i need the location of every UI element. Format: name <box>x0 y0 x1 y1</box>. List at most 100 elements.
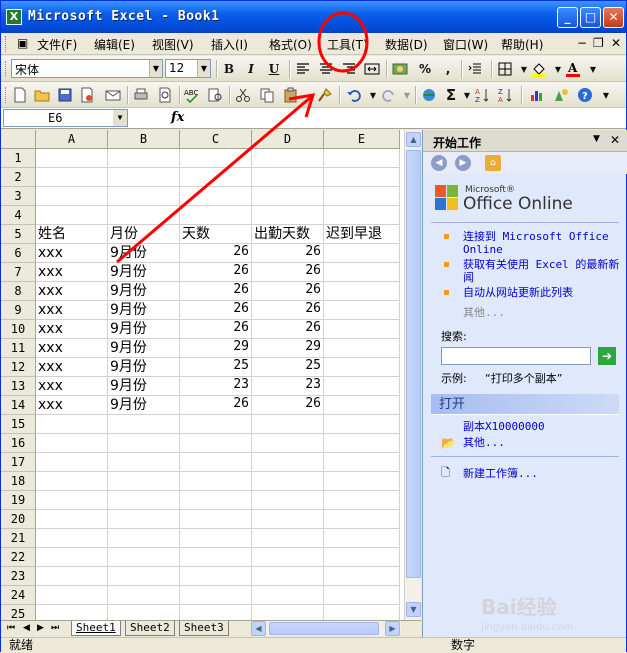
close-icon[interactable]: ✕ <box>610 133 620 147</box>
scroll-thumb[interactable] <box>406 150 421 578</box>
table-cell[interactable] <box>180 168 252 187</box>
table-cell[interactable] <box>324 491 400 510</box>
row-header[interactable]: 11 <box>1 339 36 358</box>
table-cell[interactable] <box>252 187 324 206</box>
currency-icon[interactable] <box>392 61 408 77</box>
table-cell[interactable] <box>324 415 400 434</box>
menu-excel-icon[interactable]: ▣ <box>17 36 28 50</box>
table-cell[interactable]: 姓名 <box>36 225 108 244</box>
table-cell[interactable]: 9月份 <box>108 244 180 263</box>
chevron-down-icon[interactable]: ▼ <box>113 110 127 126</box>
formula-input[interactable] <box>191 109 623 127</box>
table-cell[interactable] <box>180 491 252 510</box>
table-cell[interactable]: xxx <box>36 301 108 320</box>
row-header[interactable]: 9 <box>1 301 36 320</box>
row-header[interactable]: 5 <box>1 225 36 244</box>
table-cell[interactable]: 出勤天数 <box>252 225 324 244</box>
table-cell[interactable]: xxx <box>36 339 108 358</box>
worksheet-grid[interactable]: A B C D E 1 2 3 4 5 姓名 月份 天数 出勤天数 迟到早退 6 xxx 9月份 26 26 7 xxx 9… <box>1 130 405 620</box>
table-cell[interactable]: 26 <box>180 263 252 282</box>
table-cell[interactable]: 9月份 <box>108 339 180 358</box>
table-cell[interactable] <box>252 168 324 187</box>
title-bar[interactable]: X Microsoft Excel - Book1 _ □ ✕ <box>1 1 626 33</box>
table-cell[interactable] <box>36 605 108 620</box>
table-cell[interactable]: 9月份 <box>108 377 180 396</box>
row-header[interactable]: 6 <box>1 244 36 263</box>
table-cell[interactable]: 26 <box>252 320 324 339</box>
table-cell[interactable]: 26 <box>180 396 252 415</box>
row-header[interactable]: 14 <box>1 396 36 415</box>
chevron-down-icon[interactable]: ▼ <box>364 86 382 104</box>
close-button[interactable]: ✕ <box>603 7 624 28</box>
table-cell[interactable]: 9月份 <box>108 282 180 301</box>
new-workbook-link[interactable]: 新建工作簿... <box>463 467 538 480</box>
help-icon[interactable]: ? <box>577 87 593 103</box>
table-cell[interactable] <box>108 586 180 605</box>
table-cell[interactable] <box>252 472 324 491</box>
chevron-down-icon[interactable]: ▼ <box>197 60 210 77</box>
horizontal-scrollbar[interactable]: ◀ ▶ <box>251 621 401 636</box>
table-cell[interactable]: 26 <box>252 282 324 301</box>
table-cell[interactable] <box>180 567 252 586</box>
table-cell[interactable] <box>108 149 180 168</box>
scroll-down-icon[interactable]: ▼ <box>406 602 421 617</box>
table-cell[interactable] <box>180 529 252 548</box>
table-cell[interactable] <box>108 434 180 453</box>
table-cell[interactable] <box>36 168 108 187</box>
table-cell[interactable]: 月份 <box>108 225 180 244</box>
format-painter-icon[interactable] <box>317 87 333 103</box>
hyperlink-icon[interactable] <box>421 87 437 103</box>
chevron-down-icon[interactable]: ▼ <box>149 60 162 77</box>
table-cell[interactable] <box>108 567 180 586</box>
excel-app-icon[interactable]: X <box>6 9 22 25</box>
table-cell[interactable] <box>324 453 400 472</box>
table-cell[interactable] <box>36 586 108 605</box>
table-cell[interactable] <box>108 605 180 620</box>
table-cell[interactable] <box>36 548 108 567</box>
table-cell[interactable] <box>36 510 108 529</box>
table-cell[interactable]: xxx <box>36 244 108 263</box>
table-cell[interactable] <box>324 301 400 320</box>
table-cell[interactable] <box>108 491 180 510</box>
insert-function-icon[interactable]: fx <box>171 110 184 125</box>
print-icon[interactable] <box>133 87 149 103</box>
prev-sheet-icon[interactable]: ◀ <box>23 623 30 633</box>
maximize-button[interactable]: □ <box>580 7 601 28</box>
table-cell[interactable] <box>252 206 324 225</box>
table-cell[interactable] <box>36 529 108 548</box>
menu-format[interactable]: 格式(O) <box>269 36 312 53</box>
table-cell[interactable] <box>36 434 108 453</box>
table-cell[interactable]: xxx <box>36 377 108 396</box>
table-cell[interactable] <box>180 415 252 434</box>
table-cell[interactable] <box>252 415 324 434</box>
next-sheet-icon[interactable]: ▶ <box>37 623 44 633</box>
select-all-corner[interactable] <box>1 130 36 149</box>
chevron-down-icon[interactable]: ▼ <box>458 86 476 104</box>
row-header[interactable]: 2 <box>1 168 36 187</box>
tab-sheet1[interactable]: Sheet1 <box>71 621 121 636</box>
table-cell[interactable] <box>36 149 108 168</box>
table-cell[interactable]: 9月份 <box>108 301 180 320</box>
toolbar-grip[interactable] <box>5 61 8 77</box>
table-cell[interactable]: 9月份 <box>108 358 180 377</box>
row-header[interactable]: 18 <box>1 472 36 491</box>
table-cell[interactable] <box>324 339 400 358</box>
row-header[interactable]: 10 <box>1 320 36 339</box>
comma-button[interactable]: , <box>439 60 457 78</box>
table-cell[interactable]: 26 <box>252 396 324 415</box>
open-more-link[interactable]: 其他... <box>463 436 505 449</box>
scroll-up-icon[interactable]: ▲ <box>406 132 421 147</box>
home-icon[interactable]: ⌂ <box>485 155 501 171</box>
table-cell[interactable] <box>180 472 252 491</box>
minimize-button[interactable]: _ <box>557 7 578 28</box>
recent-file-link[interactable]: 副本X10000000 <box>463 420 545 433</box>
underline-button[interactable]: U <box>265 60 283 78</box>
row-header[interactable]: 22 <box>1 548 36 567</box>
table-cell[interactable]: 26 <box>252 301 324 320</box>
table-cell[interactable]: 25 <box>252 358 324 377</box>
table-cell[interactable] <box>108 168 180 187</box>
bold-button[interactable]: B <box>220 60 238 78</box>
table-cell[interactable] <box>324 168 400 187</box>
menu-data[interactable]: 数据(D) <box>385 36 428 53</box>
table-cell[interactable] <box>252 434 324 453</box>
